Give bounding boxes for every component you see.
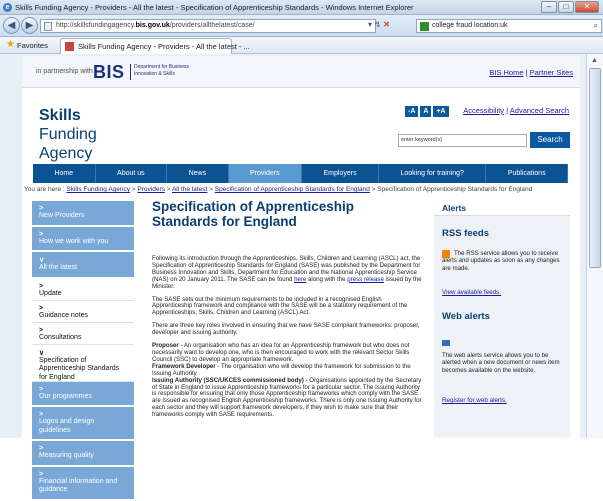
bis-logo[interactable]: BIS	[93, 62, 125, 83]
search-provider-icon	[420, 22, 429, 31]
intro-paragraph: Following its introduction through the A…	[152, 255, 422, 290]
bis-home-link[interactable]: BIS Home	[489, 68, 523, 77]
favorites-star-icon[interactable]: ★	[6, 39, 15, 50]
leftnav-update[interactable]: >Update	[32, 278, 134, 301]
favorites-bar: ★ Favorites Skills Funding Agency - Prov…	[0, 37, 603, 54]
partnership-text: in partnership with	[36, 68, 93, 75]
text-normal-button[interactable]: A	[420, 106, 432, 117]
browser-search-value: college fraud location:uk	[432, 22, 508, 29]
page-scrollbar[interactable]: ▲	[586, 54, 603, 438]
breadcrumb: You are here : Skills Funding Agency > P…	[24, 186, 533, 193]
advanced-search-link[interactable]: Advanced Search	[510, 106, 569, 115]
tab-favicon-icon	[65, 42, 74, 51]
sase-here-link[interactable]: here	[294, 276, 306, 283]
bis-logo-divider	[130, 64, 131, 80]
breadcrumb-current: Specification of Apprenticeship Standard…	[377, 186, 533, 193]
close-window-button[interactable]: ✕	[575, 1, 599, 13]
partner-strip: in partnership with BIS Department for B…	[22, 56, 580, 88]
scroll-up-icon[interactable]: ▲	[591, 57, 598, 64]
address-url: http://skillsfundingagency.bis.gov.uk/pr…	[56, 22, 255, 29]
minimize-button[interactable]: –	[541, 1, 557, 13]
partner-links: BIS Home | Partner Sites	[489, 68, 573, 77]
webpage: in partnership with BIS Department for B…	[0, 54, 603, 501]
nav-home[interactable]: Home	[33, 164, 96, 183]
tab-label: Skills Funding Agency - Providers - All …	[78, 42, 250, 51]
roles-paragraph: There are three key roles involved in en…	[152, 322, 420, 337]
leftnav-sase[interactable]: ∨Specification of Apprenticeship Standar…	[32, 344, 134, 382]
web-alerts-heading: Web alerts	[442, 311, 490, 322]
main-nav: Home About us News Providers Employers L…	[33, 164, 569, 183]
maximize-button[interactable]: □	[558, 1, 574, 13]
web-alerts-text: The web alerts service allows you to be …	[442, 352, 560, 374]
partner-sites-link[interactable]: Partner Sites	[530, 68, 573, 77]
left-nav: >New Providers >How we work with you ∨Al…	[32, 201, 134, 501]
text-size-controls: -A A +A	[405, 106, 449, 117]
breadcrumb-all-the-latest[interactable]: All the latest	[172, 186, 207, 193]
window-controls: – □ ✕	[541, 1, 599, 13]
requirements-paragraph: The SASE sets out the minimum requiremen…	[152, 295, 408, 317]
forward-button[interactable]: ▶	[21, 17, 38, 34]
breadcrumb-sfa[interactable]: Skills Funding Agency	[66, 186, 130, 193]
site-search-button[interactable]: Search	[530, 132, 570, 148]
search-icon[interactable]: ⌕	[594, 21, 598, 31]
breadcrumb-sase[interactable]: Specification of Apprenticeship Standard…	[215, 186, 370, 193]
leftnav-new-providers[interactable]: >New Providers	[32, 201, 134, 227]
refresh-icon[interactable]: ▾ ↯	[368, 20, 381, 29]
leftnav-measuring-quality[interactable]: >Measuring quality	[32, 441, 134, 467]
nav-about-us[interactable]: About us	[96, 164, 168, 183]
stop-icon[interactable]: ✕	[383, 20, 390, 29]
utility-links: Accessibility | Advanced Search	[463, 106, 569, 115]
browser-search-input[interactable]: college fraud location:uk ⌕	[416, 19, 602, 33]
nav-looking-for-training[interactable]: Looking for training?	[379, 164, 487, 183]
leftnav-financial-info[interactable]: >Financial information and guidance	[32, 466, 134, 501]
leftnav-how-we-work[interactable]: >How we work with you	[32, 226, 134, 252]
nav-employers[interactable]: Employers	[302, 164, 380, 183]
page-icon	[44, 22, 52, 31]
nav-publications[interactable]: Publications	[486, 164, 569, 183]
address-controls[interactable]: ▾ ↯ ✕	[368, 20, 390, 29]
nav-providers[interactable]: Providers	[228, 164, 303, 183]
favorites-button[interactable]: Favorites	[17, 41, 48, 50]
leftnav-consultations[interactable]: >Consultations	[32, 322, 134, 345]
back-button[interactable]: ◀	[3, 17, 20, 34]
mail-icon	[442, 340, 450, 346]
press-release-link[interactable]: press release	[347, 276, 384, 283]
alerts-panel: Alerts RSS feeds The RSS service allows …	[434, 200, 570, 438]
site-search-input[interactable]: enter keyword(s)	[398, 134, 527, 147]
leftnav-guidance-notes[interactable]: >Guidance notes	[32, 300, 134, 323]
rss-feeds-link[interactable]: View available feeds.	[442, 289, 501, 296]
leftnav-our-programmes[interactable]: >Our programmes	[32, 381, 134, 407]
web-alerts-link[interactable]: Register for web alerts.	[442, 397, 507, 404]
window-title: Skills Funding Agency - Providers - All …	[15, 3, 414, 12]
bis-dept-text: Department for Business Innovation & Skil…	[134, 64, 190, 77]
nav-news[interactable]: News	[167, 164, 229, 183]
leftnav-logos-design[interactable]: >Logos and design guidelines	[32, 407, 134, 441]
rss-text: The RSS service allows you to receive al…	[442, 250, 560, 272]
alerts-heading: Alerts	[434, 200, 570, 216]
address-input[interactable]: http://skillsfundingagency.bis.gov.uk/pr…	[40, 19, 376, 33]
text-larger-button[interactable]: +A	[433, 106, 449, 117]
accessibility-link[interactable]: Accessibility	[463, 106, 504, 115]
site-logo[interactable]: Skills Funding Agency	[39, 106, 97, 163]
text-smaller-button[interactable]: -A	[405, 106, 419, 117]
roles-definitions: Proposer - An organisation who has an id…	[152, 342, 422, 419]
address-toolbar: ◀ ▶ http://skillsfundingagency.bis.gov.u…	[0, 15, 603, 37]
page-title: Specification of Apprenticeship Standard…	[152, 199, 355, 229]
ie-logo-icon: e	[3, 3, 12, 12]
window-titlebar: e Skills Funding Agency - Providers - Al…	[0, 0, 603, 15]
leftnav-all-the-latest[interactable]: ∨All the latest	[32, 252, 134, 279]
breadcrumb-providers[interactable]: Providers	[137, 186, 164, 193]
browser-tab[interactable]: Skills Funding Agency - Providers - All …	[60, 38, 250, 54]
page-container: in partnership with BIS Department for B…	[22, 56, 580, 501]
rss-heading: RSS feeds	[442, 228, 489, 239]
main-content: Specification of Apprenticeship Standard…	[152, 199, 422, 425]
scroll-thumb[interactable]	[589, 68, 601, 268]
